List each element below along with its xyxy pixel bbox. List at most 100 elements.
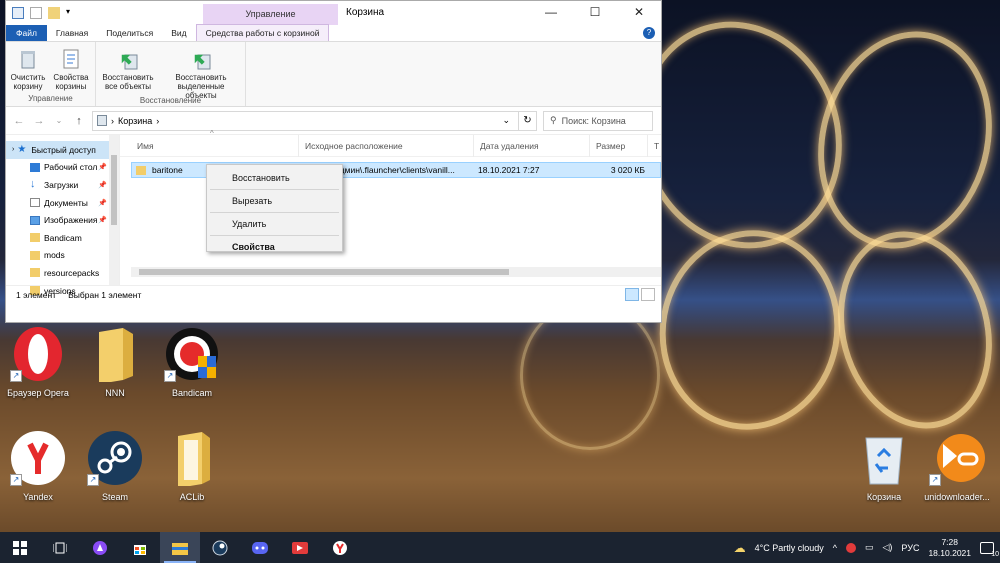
task-view-button[interactable] xyxy=(40,532,80,563)
desktop-icon-nnn[interactable]: NNN xyxy=(80,326,150,398)
breadcrumb-chevron-icon[interactable]: › xyxy=(156,116,159,126)
tab-recycle-bin-tools[interactable]: Средства работы с корзиной xyxy=(195,24,330,41)
column-original-location[interactable]: Исходное расположение xyxy=(299,134,474,157)
nav-item-mods[interactable]: mods xyxy=(6,247,119,265)
restore-selected-button[interactable]: Восстановить выделенные объекты xyxy=(161,44,241,100)
nav-quick-access-label: Быстрый доступ xyxy=(31,144,96,155)
close-button[interactable]: ✕ xyxy=(617,1,661,23)
nav-item-downloads[interactable]: ↓ Загрузки 📌 xyxy=(6,176,119,194)
pin-icon: 📌 xyxy=(98,164,107,172)
forward-icon[interactable]: → xyxy=(32,115,46,127)
desktop-icon-unidownloader[interactable]: ↗ unidownloader... xyxy=(922,430,992,502)
restore-all-button[interactable]: Восстановить все объекты xyxy=(99,44,157,96)
notifications-icon[interactable]: 10 xyxy=(980,541,999,558)
address-box[interactable]: › Корзина › ⌄ ↻ xyxy=(92,110,537,131)
column-size[interactable]: Размер xyxy=(590,134,648,157)
large-icons-view-icon[interactable] xyxy=(641,288,655,301)
tray-app-icon[interactable] xyxy=(845,542,856,553)
shortcut-arrow-icon: ↗ xyxy=(929,474,941,486)
taskbar-alice[interactable] xyxy=(80,532,120,563)
refresh-icon[interactable]: ↻ xyxy=(518,111,536,130)
recycle-bin-icon xyxy=(856,430,912,486)
desktop-icon-label: Браузер Opera xyxy=(7,388,69,398)
maximize-button[interactable]: ☐ xyxy=(573,1,617,23)
menu-item-properties[interactable]: Свойства xyxy=(207,237,342,257)
empty-recycle-bin-button[interactable]: Очистить корзину xyxy=(9,44,47,94)
menu-item-cut[interactable]: Вырезать xyxy=(207,191,342,211)
taskbar-screen-recorder[interactable] xyxy=(280,532,320,563)
taskbar-discord[interactable] xyxy=(240,532,280,563)
column-date-deleted[interactable]: Дата удаления xyxy=(474,134,590,157)
menu-separator xyxy=(210,189,339,190)
taskbar-file-explorer[interactable] xyxy=(160,532,200,563)
network-icon[interactable]: ▭ xyxy=(865,542,874,553)
start-button[interactable] xyxy=(0,532,40,563)
nav-item-pictures[interactable]: Изображения 📌 xyxy=(6,211,119,229)
nav-item-bandicam[interactable]: Bandicam xyxy=(6,229,119,247)
weather-text[interactable]: 4°C Partly cloudy xyxy=(755,543,824,553)
language-indicator[interactable]: РУС xyxy=(901,543,919,553)
properties-icon xyxy=(59,47,83,71)
ribbon-group-manage: Очистить корзину Свойства корзины Управл… xyxy=(6,42,96,106)
desktop-icon-yandex[interactable]: ↗ Yandex xyxy=(3,430,73,502)
minimize-button[interactable]: — xyxy=(529,1,573,23)
title-bar: ▾ Управление Корзина — ☐ ✕ xyxy=(6,1,661,25)
recycle-bin-properties-button[interactable]: Свойства корзины xyxy=(51,44,91,94)
volume-icon[interactable]: ◁) xyxy=(883,542,893,553)
desktop-icon-label: Yandex xyxy=(23,492,53,502)
nav-item-documents[interactable]: Документы 📌 xyxy=(6,194,119,212)
nav-item-label: Рабочий стол xyxy=(44,162,98,173)
cell-size: 3 020 КБ xyxy=(610,165,645,175)
tab-view[interactable]: Вид xyxy=(162,25,195,41)
properties-icon[interactable] xyxy=(30,7,42,19)
horizontal-scrollbar[interactable] xyxy=(131,267,661,277)
clock[interactable]: 7:28 18.10.2021 xyxy=(928,537,971,559)
steam-icon: ↗ xyxy=(87,430,143,486)
nav-item-label: mods xyxy=(44,250,65,261)
nav-scrollbar[interactable] xyxy=(109,135,119,285)
pictures-icon xyxy=(30,215,40,225)
folder-icon xyxy=(164,430,220,488)
shortcut-arrow-icon: ↗ xyxy=(87,474,99,486)
tab-share[interactable]: Поделиться xyxy=(97,25,162,41)
address-bar-row: ← → ⌄ ↑ › Корзина › ⌄ ↻ ⚲ Поиск: Корзина xyxy=(6,107,661,135)
nav-item-label: Bandicam xyxy=(44,232,82,243)
store-icon xyxy=(134,544,146,555)
taskbar-yandex-browser[interactable] xyxy=(320,532,360,563)
nav-item-desktop[interactable]: Рабочий стол 📌 xyxy=(6,159,119,177)
column-headers: ^ Имя Исходное расположение Дата удалени… xyxy=(120,129,661,157)
windows-icon xyxy=(13,540,27,555)
ribbon-group-restore: Восстановить все объекты Восстановить вы… xyxy=(96,42,246,106)
qat-dropdown-icon[interactable]: ▾ xyxy=(66,7,74,19)
desktop-icon-bandicam[interactable]: ↗ Bandicam xyxy=(157,326,227,398)
back-icon[interactable]: ← xyxy=(12,115,26,127)
breadcrumb-recycle-bin[interactable]: Корзина xyxy=(118,116,152,126)
taskbar-store[interactable] xyxy=(120,532,160,563)
tab-file[interactable]: Файл xyxy=(6,25,47,41)
clock-time: 7:28 xyxy=(941,536,958,547)
help-icon[interactable]: ? xyxy=(643,27,655,39)
recent-dropdown-icon[interactable]: ⌄ xyxy=(52,116,66,125)
nav-quick-access[interactable]: › ★ Быстрый доступ xyxy=(6,141,119,159)
tab-home[interactable]: Главная xyxy=(47,25,97,41)
nav-item-resourcepacks[interactable]: resourcepacks xyxy=(6,264,119,282)
search-input[interactable]: ⚲ Поиск: Корзина xyxy=(543,110,653,131)
menu-item-restore[interactable]: Восстановить xyxy=(207,168,342,188)
up-icon[interactable]: ↑ xyxy=(72,115,86,127)
details-view-icon[interactable] xyxy=(625,288,639,301)
desktop-icon-recycle-bin[interactable]: Корзина xyxy=(849,430,919,502)
desktop-icon-steam[interactable]: ↗ Steam xyxy=(80,430,150,502)
chevron-right-icon[interactable]: › xyxy=(12,146,14,153)
desktop-icon-aclib[interactable]: ACLib xyxy=(157,430,227,502)
taskbar-steam[interactable] xyxy=(200,532,240,563)
address-dropdown-icon[interactable]: ⌄ xyxy=(502,115,510,126)
column-type[interactable]: Т xyxy=(648,135,660,157)
nav-item-label: Загрузки xyxy=(44,179,79,190)
desktop-icon-opera[interactable]: ↗ Браузер Opera xyxy=(3,326,73,398)
weather-icon[interactable]: ☁ xyxy=(734,541,746,555)
new-folder-icon[interactable] xyxy=(48,7,60,19)
status-bar: 1 элемент Выбран 1 элемент xyxy=(6,285,661,303)
chevron-up-icon[interactable]: ^ xyxy=(833,543,837,553)
menu-item-delete[interactable]: Удалить xyxy=(207,214,342,234)
document-icon xyxy=(30,198,40,208)
